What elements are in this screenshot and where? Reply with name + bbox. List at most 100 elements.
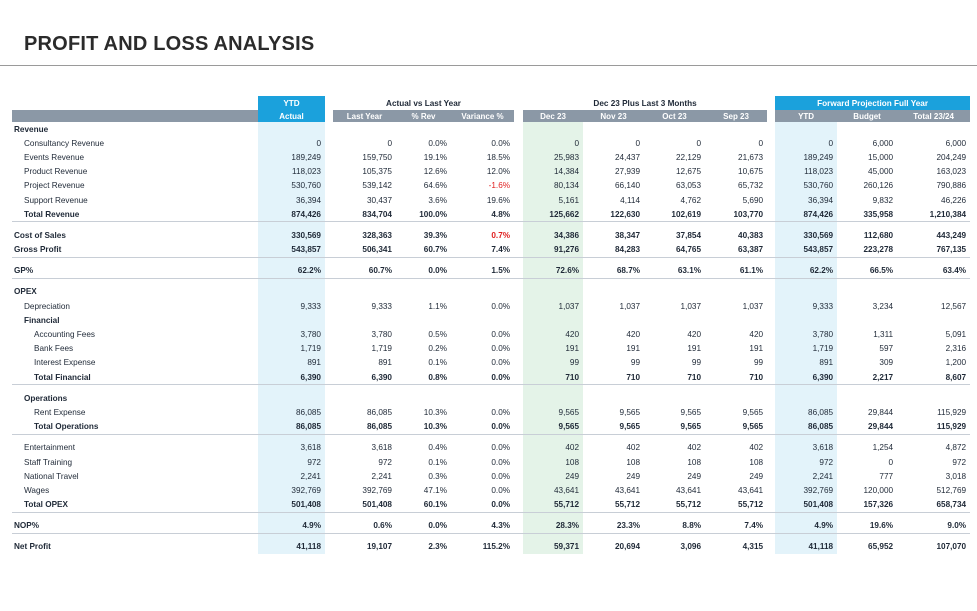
cell-dec-23: 125,662 xyxy=(523,207,584,223)
cell-actual: 874,426 xyxy=(258,207,325,223)
cell-nov-23: 27,939 xyxy=(614,167,641,177)
cell-oct-23: 3,096 xyxy=(680,542,702,552)
cell-ytd: 530,760 xyxy=(775,178,838,193)
row-nop: NOP% 4.9% 0.6% 0.0% 4.3% 28.3% 23.3% 8.8% 7.4% 4.… xyxy=(12,518,971,534)
cell-oct-23: 108 xyxy=(687,457,702,467)
cell-dec-23: 55,712 xyxy=(523,497,584,513)
row-opex: OPEX xyxy=(12,284,970,300)
cell-last-year: 0.6% xyxy=(333,518,396,534)
cell--rev: 10.3% xyxy=(423,407,447,417)
row-interest-expense: Interest Expense 891 891 0.1% 0.0% 99 99 99 99 89… xyxy=(12,355,970,370)
cell-oct-23: 63,053 xyxy=(675,181,702,191)
cell-budget: 45,000 xyxy=(868,167,894,177)
cell-variance-: 1.5% xyxy=(451,263,515,279)
cell-total-23-24: 115,929 xyxy=(897,419,971,435)
cell-dec-23: 710 xyxy=(523,370,584,386)
col-total-23-24: Total 23/24 xyxy=(897,110,971,122)
row-entertainment: Entertainment 3,618 3,618 0.4% 0.0% 402 402 402… xyxy=(12,440,970,455)
cell-nov-23: 84,283 xyxy=(583,242,645,258)
cell-variance-: 0.0% xyxy=(491,138,511,148)
cell-total-23-24: 512,769 xyxy=(936,485,967,495)
cell-actual xyxy=(258,313,325,328)
cell-actual: 972 xyxy=(258,454,325,470)
cell-oct-23: 55,712 xyxy=(644,497,706,513)
cell-ytd: 86,085 xyxy=(775,419,838,435)
cell-sep-23: 191 xyxy=(749,344,764,354)
cell-variance-: 0.0% xyxy=(491,301,511,311)
cell-dec-23 xyxy=(523,313,584,328)
row-label: Accounting Fees xyxy=(34,330,95,340)
row-events-revenue: Events Revenue 189,249 159,750 19.1% 18.5% 25… xyxy=(12,150,970,165)
cell-budget: 309 xyxy=(879,358,894,368)
cell-nov-23: 20,694 xyxy=(614,542,641,552)
cell-budget: 65,952 xyxy=(868,542,894,552)
cell-variance-: 4.3% xyxy=(451,518,515,534)
cell-variance-: 4.8% xyxy=(451,207,515,223)
cell--rev: 0.8% xyxy=(396,370,451,386)
cell-budget: 66.5% xyxy=(837,263,898,279)
cell-total-23-24: 6,000 xyxy=(945,138,967,148)
cell--rev: 0.2% xyxy=(428,344,447,354)
cell-last-year xyxy=(333,313,396,327)
cell-oct-23: 22,129 xyxy=(675,152,702,162)
row-depreciation: Depreciation 9,333 9,333 1.1% 0.0% 1,037 1,037… xyxy=(12,299,970,314)
cell-dec-23: 420 xyxy=(523,327,584,342)
cell-last-year: 3,618 xyxy=(371,443,393,453)
cell-budget: 6,000 xyxy=(872,138,894,148)
cell-sep-23: 61.1% xyxy=(705,263,768,279)
row-label: Operations xyxy=(24,393,68,403)
cell-variance-: -1.6% xyxy=(488,181,511,191)
row-label: Total Financial xyxy=(12,370,258,386)
col-fwd-ytd: YTD xyxy=(775,110,838,122)
cell-dec-23: 14,384 xyxy=(523,164,584,179)
cell-variance-: 18.5% xyxy=(486,152,511,162)
cell-budget xyxy=(837,391,897,405)
group-actual-vs-last-year: Actual vs Last Year xyxy=(386,98,461,108)
row-wages: Wages 392,769 392,769 47.1% 0.0% 43,641 43,641… xyxy=(12,483,970,498)
cell-sep-23 xyxy=(705,285,767,299)
cell-ytd: 501,408 xyxy=(775,497,838,513)
cell-total-23-24: 4,872 xyxy=(945,443,967,453)
cell--rev: 39.3% xyxy=(423,230,447,240)
cell--rev xyxy=(396,313,451,327)
cell-nov-23 xyxy=(583,391,644,405)
cell-actual: 9,333 xyxy=(258,299,325,314)
cell-actual: 0 xyxy=(258,136,325,151)
col-actual: Actual xyxy=(258,110,325,122)
cell-oct-23: 63.1% xyxy=(644,263,706,279)
row-revenue: Revenue xyxy=(12,122,970,137)
cell-oct-23: 102,619 xyxy=(644,207,706,223)
cell-sep-23: 108 xyxy=(749,457,764,467)
cell-actual: 891 xyxy=(258,355,325,370)
cell-sep-23: 710 xyxy=(705,370,768,386)
cell-variance-: 0.0% xyxy=(491,344,511,354)
cell-sep-23: 5,690 xyxy=(742,195,764,205)
row-gross-profit: Gross Profit 543,857 506,341 60.7% 7.4% 91,27… xyxy=(12,242,971,258)
cell-total-23-24: 5,091 xyxy=(945,330,967,340)
cell-nov-23: 108 xyxy=(626,457,641,467)
cell-sep-23: 10,675 xyxy=(738,167,764,177)
row-total-operations: Total Operations 86,085 86,085 10.3% 0.0% 9,5… xyxy=(12,419,971,435)
cell-oct-23: 43,641 xyxy=(675,485,702,495)
row-consultancy-revenue: Consultancy Revenue 0 0 0.0% 0.0% 0 0 0 0 0 6,000 6… xyxy=(12,136,970,151)
cell-last-year: 19,107 xyxy=(366,542,392,552)
cell-ytd: 2,241 xyxy=(775,469,838,484)
cell-actual: 41,118 xyxy=(258,539,325,555)
cell-nov-23: 191 xyxy=(626,344,641,354)
cell-budget: 1,311 xyxy=(873,330,894,340)
cell-last-year: 539,142 xyxy=(362,181,392,191)
cell-last-year: 328,363 xyxy=(362,230,392,240)
cell--rev: 47.1% xyxy=(423,485,447,495)
cell-budget: 1,254 xyxy=(872,443,894,453)
row-label: Interest Expense xyxy=(34,358,96,368)
cell-sep-23: 65,732 xyxy=(738,181,764,191)
cell-nov-23 xyxy=(583,313,644,327)
cell-ytd: 3,780 xyxy=(775,327,838,342)
cell-sep-23: 9,565 xyxy=(705,419,768,435)
row-label: Consultancy Revenue xyxy=(24,138,105,148)
cell-nov-23: 99 xyxy=(630,358,641,368)
cell--rev: 0.1% xyxy=(428,358,447,368)
cell-total-23-24: 1,200 xyxy=(945,358,967,368)
row-rent-expense: Rent Expense 86,085 86,085 10.3% 0.0% 9,565 9,… xyxy=(12,405,970,420)
cell-budget: 777 xyxy=(879,471,894,481)
